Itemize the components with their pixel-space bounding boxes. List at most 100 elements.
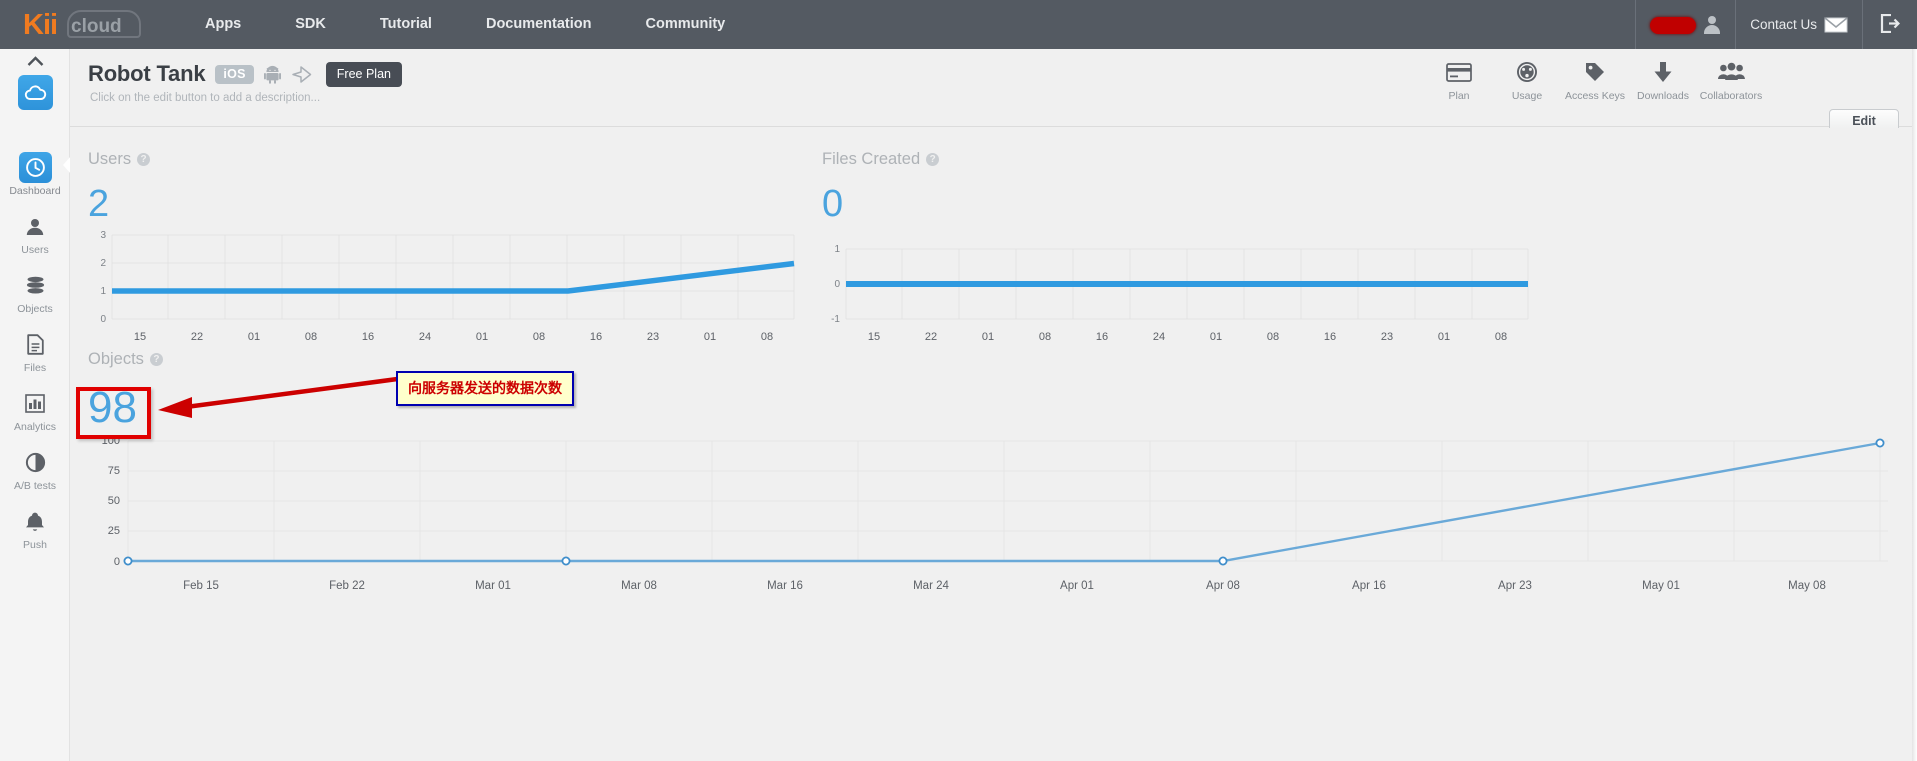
metric-value-users: 2 [88, 183, 110, 225]
chart-plot-users: 3 2 1 0 [100, 230, 795, 325]
tool-label: Usage [1511, 90, 1543, 102]
tool-usage[interactable]: Usage [1493, 57, 1561, 104]
y-axis-ticks: 3 2 1 0 [100, 230, 106, 325]
svg-text:23: 23 [1381, 331, 1393, 343]
svg-text:08: 08 [1267, 331, 1279, 343]
nav-link-tutorial[interactable]: Tutorial [353, 0, 459, 49]
svg-text:24: 24 [419, 331, 431, 343]
sidebar-item-label: Files [23, 362, 47, 374]
sidebar-item-push[interactable]: Push [0, 500, 70, 559]
nav-right-group: Contact Us [1635, 0, 1917, 49]
nav-link-sdk[interactable]: SDK [268, 0, 353, 49]
nav-link-community[interactable]: Community [619, 0, 753, 49]
chart-title-users: Users ? [88, 150, 800, 169]
chart-plot-files-created: 1 0 -1 [831, 244, 1529, 325]
svg-text:01: 01 [982, 331, 994, 343]
credit-card-icon [1446, 57, 1472, 87]
tool-label: Collaborators [1699, 90, 1763, 102]
plan-badge: Free Plan [325, 61, 402, 87]
question-mark-icon[interactable]: ? [149, 353, 163, 366]
svg-text:08: 08 [1495, 331, 1507, 343]
svg-text:Feb 22: Feb 22 [329, 580, 365, 592]
sidebar-item-analytics[interactable]: Analytics [0, 382, 70, 441]
sidebar-item-files[interactable]: Files [0, 323, 70, 382]
kii-cloud-logo[interactable]: Kii cloud [23, 8, 143, 42]
svg-text:22: 22 [925, 331, 937, 343]
svg-text:16: 16 [1324, 331, 1336, 343]
chart-title-files-created: Files Created ? [822, 150, 1534, 169]
tool-downloads[interactable]: Downloads [1629, 57, 1697, 104]
svg-text:0: 0 [834, 279, 840, 290]
nav-link-documentation[interactable]: Documentation [459, 0, 619, 49]
svg-text:Mar 01: Mar 01 [475, 580, 511, 592]
svg-text:-1: -1 [831, 314, 840, 325]
tool-plan[interactable]: Plan [1425, 57, 1493, 104]
tool-collaborators[interactable]: Collaborators [1697, 57, 1765, 104]
svg-text:25: 25 [108, 525, 120, 537]
sidebar-item-dashboard[interactable]: Dashboard [0, 146, 71, 205]
page-title: Robot Tank [88, 61, 206, 86]
svg-text:01: 01 [476, 331, 488, 343]
svg-text:08: 08 [533, 331, 545, 343]
svg-text:08: 08 [761, 331, 773, 343]
svg-text:15: 15 [134, 331, 146, 343]
account-menu[interactable] [1635, 0, 1735, 49]
brand-kii-text: Kii [23, 8, 58, 41]
chevron-up-icon[interactable] [0, 49, 70, 73]
svg-text:01: 01 [1438, 331, 1450, 343]
main-nav-links: Apps SDK Tutorial Documentation Communit… [178, 0, 752, 49]
clock-icon [18, 152, 52, 183]
svg-text:01: 01 [248, 331, 260, 343]
svg-text:Apr 08: Apr 08 [1206, 580, 1240, 592]
dashboard-content: Users ? 2 3 2 1 0 15 22 01 08 16 24 01 08… [70, 128, 1917, 761]
svg-text:23: 23 [647, 331, 659, 343]
cloud-icon[interactable] [18, 75, 53, 110]
platform-badge-ios: iOS [215, 64, 254, 84]
svg-text:Mar 24: Mar 24 [913, 580, 949, 592]
document-icon [19, 329, 52, 360]
svg-text:Mar 16: Mar 16 [767, 580, 803, 592]
tag-icon [1584, 57, 1606, 87]
svg-text:1: 1 [100, 286, 106, 297]
app-tools-group: Plan Usage Access Keys Downloads Collabo… [1425, 57, 1765, 104]
metric-value-objects: 98 [88, 383, 137, 432]
chart-title-text: Files Created [822, 150, 921, 168]
chart-title-objects: Objects ? [88, 350, 1898, 369]
sidebar-item-label: Dashboard [9, 185, 61, 197]
annotation-callout: 向服务器发送的数据次数 [396, 371, 574, 406]
question-mark-icon[interactable]: ? [137, 153, 151, 166]
tool-label: Downloads [1637, 90, 1689, 102]
svg-text:2: 2 [100, 258, 106, 269]
mail-icon [1824, 16, 1848, 33]
app-title-row: Robot Tank iOS Free Plan [88, 61, 402, 87]
svg-text:May 01: May 01 [1642, 580, 1680, 592]
grid-lines [127, 440, 1888, 562]
annotation-highlight-objects-value [76, 387, 151, 439]
top-navigation-bar: Kii cloud Apps SDK Tutorial Documentatio… [0, 0, 1917, 49]
tool-label: Plan [1448, 90, 1470, 102]
tool-access-keys[interactable]: Access Keys [1561, 57, 1629, 104]
download-arrow-icon [1653, 57, 1673, 87]
x-axis-files-created: 15 22 01 08 16 24 01 08 16 23 01 08 [868, 331, 1507, 343]
svg-text:Apr 23: Apr 23 [1498, 580, 1532, 592]
sidebar-items: Dashboard Users Objects Files Analytics … [0, 146, 71, 559]
svg-text:Apr 01: Apr 01 [1060, 580, 1094, 592]
logout-button[interactable] [1862, 0, 1917, 49]
svg-text:16: 16 [362, 331, 374, 343]
contact-us-button[interactable]: Contact Us [1735, 0, 1862, 49]
svg-text:16: 16 [1096, 331, 1108, 343]
sidebar-item-ab-tests[interactable]: A/B tests [0, 441, 70, 500]
sidebar-item-label: Push [23, 539, 47, 551]
svg-text:50: 50 [108, 495, 120, 507]
sidebar-item-users[interactable]: Users [0, 205, 70, 264]
question-mark-icon[interactable]: ? [926, 153, 940, 166]
nav-link-apps[interactable]: Apps [178, 0, 268, 49]
sidebar-item-objects[interactable]: Objects [0, 264, 70, 323]
svg-text:16: 16 [590, 331, 602, 343]
redacted-username [1650, 17, 1697, 34]
database-icon [19, 270, 52, 301]
svg-text:3: 3 [100, 230, 106, 241]
gauge-icon [1516, 57, 1538, 87]
svg-text:75: 75 [108, 465, 120, 477]
chart-title-text: Objects [88, 350, 144, 368]
